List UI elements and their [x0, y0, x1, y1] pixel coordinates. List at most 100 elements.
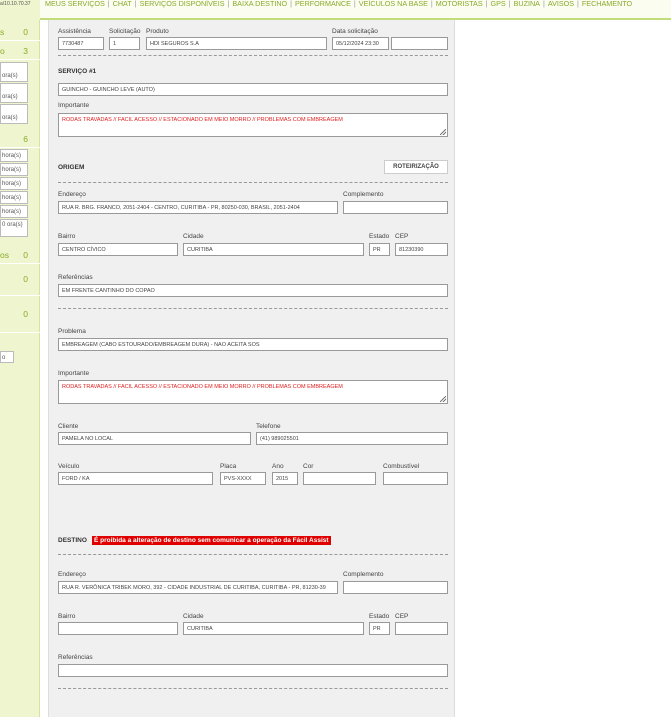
origem-complemento-input[interactable] [343, 201, 448, 214]
sidebar-service-box[interactable]: ora(s) [0, 62, 28, 82]
ano-label: Ano [272, 463, 284, 470]
cliente-label: Cliente [58, 423, 79, 430]
sidebar-service-box[interactable]: hora(s) [0, 163, 28, 176]
servico-title: SERVIÇO #1 [58, 68, 97, 75]
sidebar-row-label: s [0, 27, 5, 37]
service-detail-panel: Assistência 7730487 Solicitação 1 Produt… [48, 20, 455, 717]
origem-estado-input[interactable]: PR [369, 243, 390, 256]
sidebar-row-count: 0 [23, 27, 28, 37]
origem-cep-input[interactable]: 81230390 [395, 243, 448, 256]
destino-referencias-input[interactable] [58, 664, 448, 677]
endereco-label: Endereço [58, 191, 86, 198]
destino-cidade-input[interactable]: CURITIBA [183, 622, 364, 635]
produto-label: Produto [146, 28, 169, 35]
problema-input[interactable]: EMBREAGEM (CABO ESTOURADO/EMBREAGEM DURA… [58, 338, 448, 351]
nav-link[interactable]: MOTORISTAS [436, 0, 483, 8]
data-solicitacao-input[interactable]: 05/12/2024 23:30 [332, 37, 389, 50]
sidebar-row[interactable]: s0 [0, 27, 40, 41]
nav-link[interactable]: MEUS SERVIÇOS [45, 0, 105, 8]
sidebar-service-box[interactable]: hora(s) [0, 205, 28, 218]
nav-link[interactable]: AVISOS [548, 0, 574, 8]
servico-input[interactable]: GUINCHO - GUINCHO LEVE (AUTO) [58, 83, 448, 96]
telefone-input[interactable]: (41) 989025501 [256, 432, 448, 445]
nav-separator: | [134, 0, 137, 8]
nav-link[interactable]: BAIXA DESTINO [232, 0, 287, 8]
sidebar-row[interactable]: 6 [0, 134, 40, 148]
divider [58, 688, 448, 689]
sidebar-service-box[interactable]: ora(s) [0, 83, 28, 103]
sidebar-row[interactable]: os 0 [0, 250, 40, 264]
origem-bairro-input[interactable]: CENTRO CÍVICO [58, 243, 178, 256]
destino-title: DESTINO [58, 537, 87, 544]
nav-separator: | [508, 0, 511, 8]
sidebar-service-box[interactable]: hora(s) [0, 149, 28, 162]
servico-importante-textarea[interactable]: RODAS TRAVADAS // FACIL ACESSO // ESTACI… [58, 113, 448, 137]
nav-link[interactable]: VEÍCULOS NA BASE [359, 0, 428, 8]
placa-input[interactable]: PVS-XXXX [220, 472, 266, 485]
problema-label: Problema [58, 328, 86, 335]
sidebar-service-box[interactable]: hora(s) [0, 191, 28, 204]
solicitacao-input[interactable]: 1 [109, 37, 140, 50]
resize-grip-icon[interactable] [440, 396, 446, 402]
cor-label: Cor [303, 463, 314, 470]
importante-label: Importante [58, 102, 90, 109]
sidebar-input[interactable]: o [0, 351, 14, 363]
main-nav: MEUS SERVIÇOS | CHAT | SERVIÇOS DISPONÍVEIS |… [45, 0, 669, 8]
solicitacao-label: Solicitação [109, 28, 141, 35]
combustivel-input[interactable] [383, 472, 448, 485]
sidebar-row[interactable]: 0 [0, 309, 40, 333]
sidebar: s0 o3 ora(s) ora(s) ora(s) 6 hora(s) hor… [0, 20, 40, 717]
estado-label: Estado [369, 613, 390, 620]
destino-warning-badge: É proibida a alteração de destino sem co… [92, 536, 331, 545]
nav-separator: | [485, 0, 488, 8]
destino-estado-input[interactable]: PR [369, 622, 390, 635]
nav-link[interactable]: CHAT [113, 0, 132, 8]
referencias-label: Referências [58, 274, 93, 281]
sidebar-row[interactable]: 0 [0, 274, 40, 296]
destino-endereco-input[interactable]: RUA R. VERÔNICA TRIBEK MORO, 392 - CIDAD… [58, 581, 338, 594]
nav-separator: | [107, 0, 110, 8]
destino-complemento-input[interactable] [343, 581, 448, 594]
resize-grip-icon[interactable] [440, 129, 446, 135]
combustivel-label: Combustível [383, 463, 420, 470]
veiculo-label: Veículo [58, 463, 80, 470]
complemento-label: Complemento [343, 571, 384, 578]
origem-referencias-input[interactable]: EM FRENTE CANTINHO DO COPAO [58, 284, 448, 297]
assistencia-input[interactable]: 7730487 [58, 37, 104, 50]
sidebar-service-box[interactable]: ora(s) [0, 104, 28, 124]
estado-label: Estado [369, 233, 390, 240]
cor-input[interactable] [303, 472, 376, 485]
sidebar-row[interactable]: o3 [0, 46, 40, 60]
origem-cidade-input[interactable]: CURITIBA [183, 243, 364, 256]
bairro-label: Bairro [58, 233, 76, 240]
nav-link[interactable]: BUZINA [514, 0, 540, 8]
destino-cep-input[interactable] [395, 622, 448, 635]
origem-endereco-input[interactable]: RUA R. BRG. FRANCO, 2051-2404 - CENTRO, … [58, 201, 338, 214]
nav-link[interactable]: PERFORMANCE [295, 0, 351, 8]
nav-link[interactable]: SERVIÇOS DISPONÍVEIS [140, 0, 225, 8]
data-solicitacao-extra-input[interactable] [391, 37, 448, 50]
origem-title: ORIGEM [58, 164, 85, 171]
destino-bairro-input[interactable] [58, 622, 178, 635]
roteirizacao-button[interactable]: ROTEIRIZAÇÃO [384, 160, 448, 174]
sidebar-row-count: 0 [23, 250, 28, 260]
divider [58, 308, 448, 309]
cliente-input[interactable]: PAMELA NO LOCAL [58, 432, 251, 445]
problema-importante-textarea[interactable]: RODAS TRAVADAS // FACIL ACESSO // ESTACI… [58, 380, 448, 404]
placa-label: Placa [220, 463, 237, 470]
sidebar-service-box[interactable]: hora(s) [0, 177, 28, 190]
ano-input[interactable]: 2015 [272, 472, 298, 485]
sidebar-service-box[interactable]: 0 ora(s) [0, 219, 28, 237]
nav-separator: | [353, 0, 356, 8]
produto-input[interactable]: HDI SEGUROS S.A [146, 37, 327, 50]
nav-link[interactable]: FECHAMENTO [582, 0, 632, 8]
sidebar-row-label: o [0, 46, 5, 56]
cep-label: CEP [395, 233, 409, 240]
veiculo-input[interactable]: FORD / KA [58, 472, 213, 485]
assistencia-label: Assistência [58, 28, 91, 35]
nav-link[interactable]: GPS [491, 0, 506, 8]
data-solicitacao-label: Data solicitação [332, 28, 378, 35]
top-nav-bar: a/10.10.70.37 MEUS SERVIÇOS | CHAT | SERVIÇO… [0, 0, 671, 20]
divider [58, 554, 448, 555]
nav-separator: | [542, 0, 545, 8]
